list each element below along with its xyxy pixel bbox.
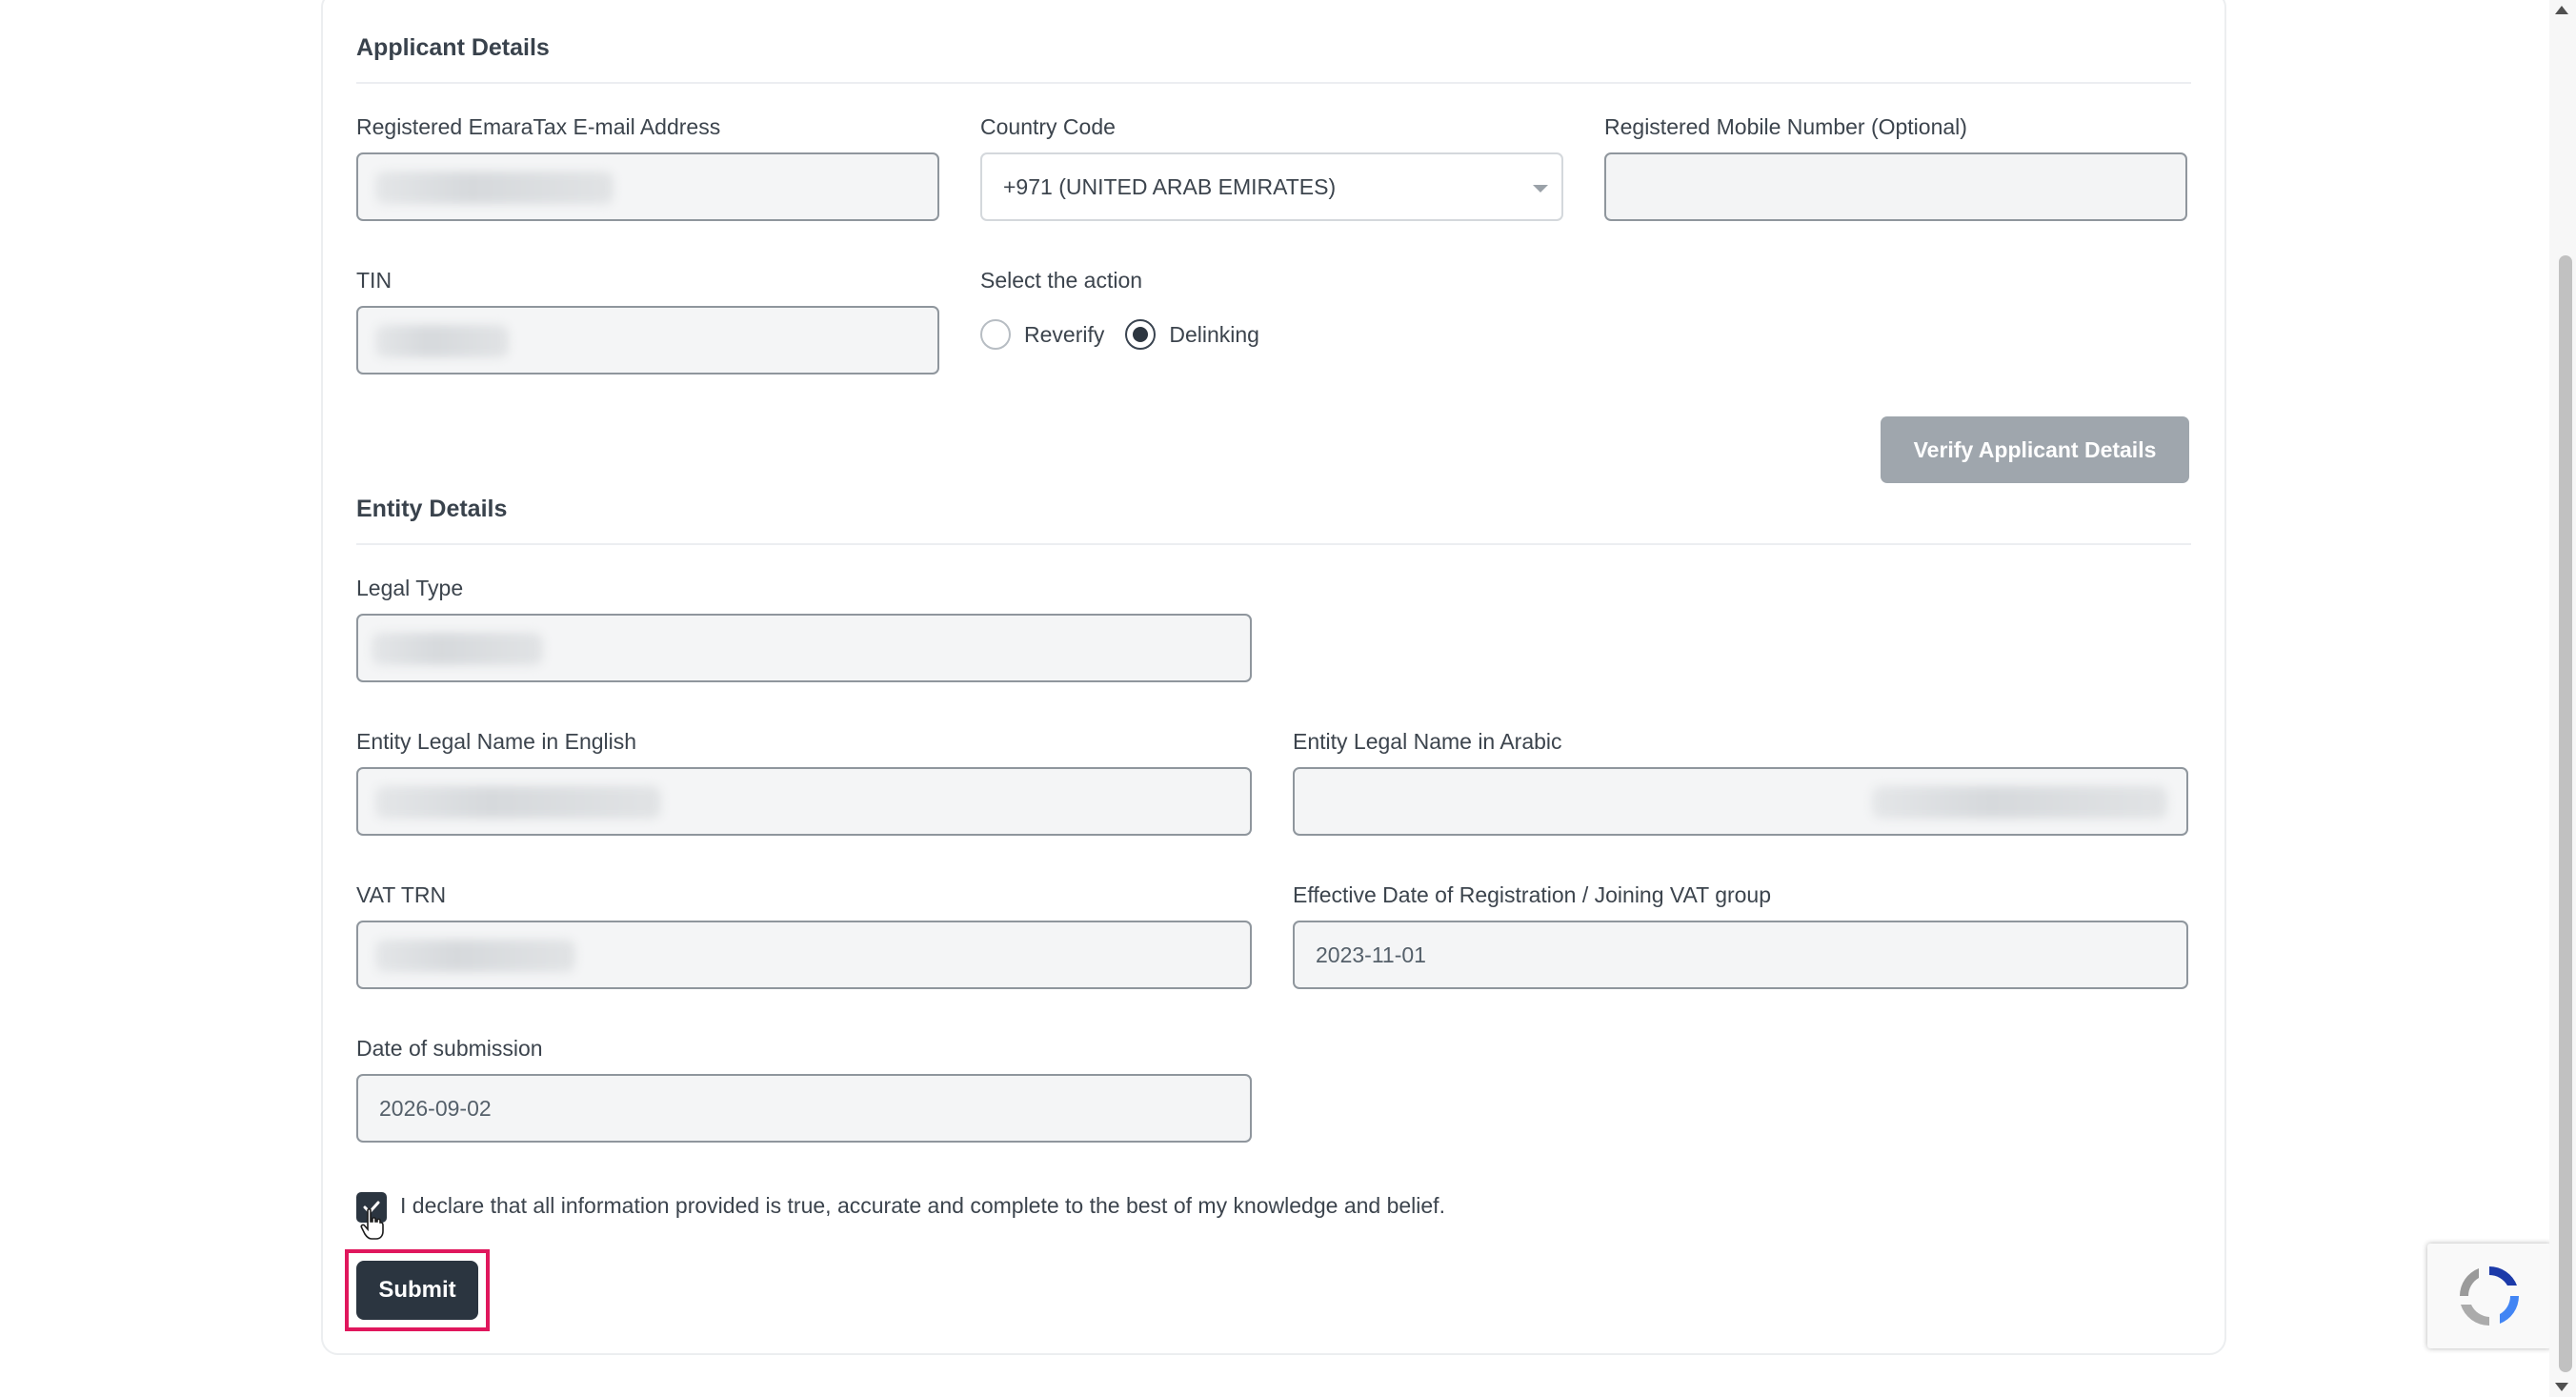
redacted-value xyxy=(372,633,543,665)
scroll-up-icon[interactable] xyxy=(2555,6,2568,14)
vat-trn-label: VAT TRN xyxy=(356,882,447,907)
email-field[interactable] xyxy=(356,152,939,221)
legal-type-field[interactable] xyxy=(356,614,1252,682)
legal-type-label: Legal Type xyxy=(356,576,464,600)
vat-trn-field[interactable] xyxy=(356,921,1252,989)
redacted-value xyxy=(375,325,509,357)
name-en-label: Entity Legal Name in English xyxy=(356,729,637,754)
country-code-value: +971 (UNITED ARAB EMIRATES) xyxy=(1003,173,1337,199)
action-label: Select the action xyxy=(980,268,1143,293)
radio-selected-icon xyxy=(1133,327,1149,342)
mobile-field[interactable] xyxy=(1604,152,2187,221)
submit-button[interactable]: Submit xyxy=(356,1261,478,1320)
action-radio-group: Reverify Delinking xyxy=(980,319,1280,350)
entity-section-title: Entity Details xyxy=(356,496,508,522)
chevron-down-icon xyxy=(1533,185,1548,192)
redacted-value xyxy=(375,172,614,204)
divider xyxy=(356,82,2191,84)
radio-delinking[interactable] xyxy=(1125,319,1157,350)
scrollbar[interactable] xyxy=(2549,0,2576,1397)
mobile-label: Registered Mobile Number (Optional) xyxy=(1604,114,1967,139)
radio-reverify-label: Reverify xyxy=(1024,321,1105,347)
radio-reverify[interactable] xyxy=(980,319,1011,350)
recaptcha-icon xyxy=(2460,1266,2519,1326)
tin-label: TIN xyxy=(356,268,392,293)
effective-date-field[interactable]: 2023-11-01 xyxy=(1293,921,2188,989)
country-code-select[interactable]: +971 (UNITED ARAB EMIRATES) xyxy=(980,152,1563,221)
radio-delinking-label: Delinking xyxy=(1169,321,1259,347)
divider xyxy=(356,543,2191,545)
name-ar-field[interactable] xyxy=(1293,767,2188,836)
name-en-field[interactable] xyxy=(356,767,1252,836)
declaration-text: I declare that all information provided … xyxy=(400,1193,1445,1218)
applicant-section-title: Applicant Details xyxy=(356,34,550,61)
scroll-down-icon[interactable] xyxy=(2555,1383,2568,1391)
name-ar-label: Entity Legal Name in Arabic xyxy=(1293,729,1562,754)
submission-date-value: 2026-09-02 xyxy=(379,1095,492,1121)
hand-cursor-icon xyxy=(360,1208,384,1240)
redacted-value xyxy=(375,786,661,819)
country-code-label: Country Code xyxy=(980,114,1116,139)
tin-field[interactable] xyxy=(356,306,939,375)
email-label: Registered EmaraTax E-mail Address xyxy=(356,114,721,139)
scroll-thumb[interactable] xyxy=(2559,255,2572,1372)
redacted-value xyxy=(1872,786,2167,819)
effective-date-value: 2023-11-01 xyxy=(1316,941,1426,967)
recaptcha-badge[interactable] xyxy=(2427,1244,2551,1348)
verify-applicant-button[interactable]: Verify Applicant Details xyxy=(1881,416,2189,483)
effective-date-label: Effective Date of Registration / Joining… xyxy=(1293,882,1772,907)
submission-date-field[interactable]: 2026-09-02 xyxy=(356,1074,1252,1143)
submission-date-label: Date of submission xyxy=(356,1036,543,1061)
redacted-value xyxy=(375,940,575,972)
